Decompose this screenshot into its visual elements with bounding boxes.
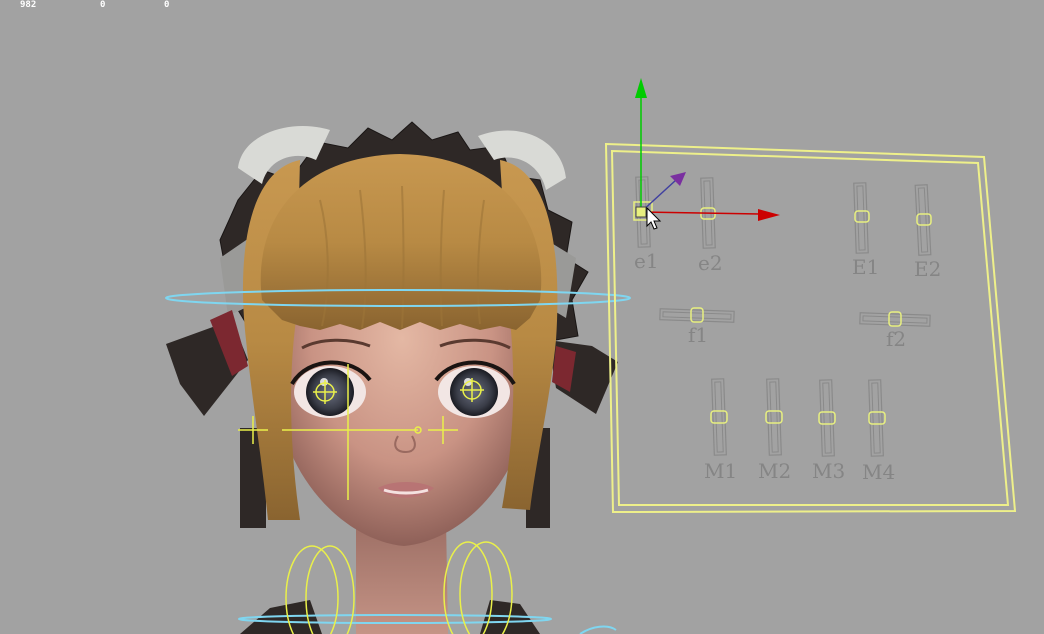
label-E2: E2 <box>914 257 941 281</box>
gizmo-x-arrow-icon[interactable] <box>758 209 780 221</box>
shoulder-control-arc[interactable] <box>579 625 617 634</box>
panel-inner-frame <box>610 149 1010 506</box>
facial-control-panel[interactable]: e1 e2 E1 E2 f1 f2 M1 M2 M3 M4 <box>604 142 1017 514</box>
panel-outer-frame[interactable] <box>604 142 1017 514</box>
slider-M4[interactable] <box>868 379 886 457</box>
label-M4: M4 <box>862 460 895 484</box>
label-M2: M2 <box>758 459 791 483</box>
character-model[interactable] <box>166 121 618 634</box>
label-E1: E1 <box>852 255 879 279</box>
label-f2: f2 <box>886 327 906 351</box>
slider-M1[interactable] <box>710 378 728 456</box>
slider-f2[interactable] <box>859 311 931 327</box>
label-e2: e2 <box>698 251 723 275</box>
slider-M3[interactable] <box>818 379 836 457</box>
slider-f1[interactable] <box>659 307 735 323</box>
label-M3: M3 <box>812 459 845 483</box>
gizmo-x-axis[interactable] <box>640 211 761 215</box>
maya-viewport[interactable]: 982 0 0 e1 e2 E1 E2 f1 f2 M1 M2 M3 M4 <box>0 0 1044 634</box>
gizmo-y-arrow-icon[interactable] <box>635 78 647 98</box>
slider-M2[interactable] <box>765 378 783 456</box>
label-e1: e1 <box>634 249 659 273</box>
label-f1: f1 <box>688 323 708 347</box>
scene-canvas: e1 e2 E1 E2 f1 f2 M1 M2 M3 M4 <box>165 78 1017 634</box>
slider-E1[interactable] <box>853 182 870 254</box>
label-M1: M1 <box>704 459 737 483</box>
slider-E2[interactable] <box>914 184 932 256</box>
gizmo-center-handle[interactable] <box>635 206 647 218</box>
